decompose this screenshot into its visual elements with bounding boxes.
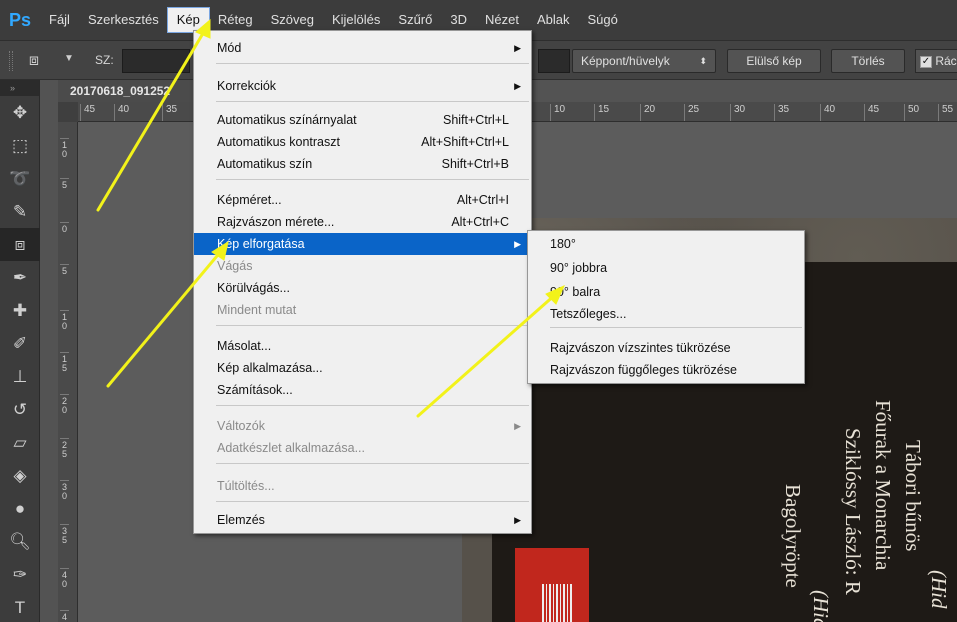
annotation-arrows — [96, 18, 565, 418]
arrow-to-image-menu — [96, 28, 207, 212]
arrow-to-image-rotation — [106, 248, 224, 388]
arrow-to-rotate-90-ccw — [416, 292, 558, 418]
arrow-head — [195, 18, 211, 39]
